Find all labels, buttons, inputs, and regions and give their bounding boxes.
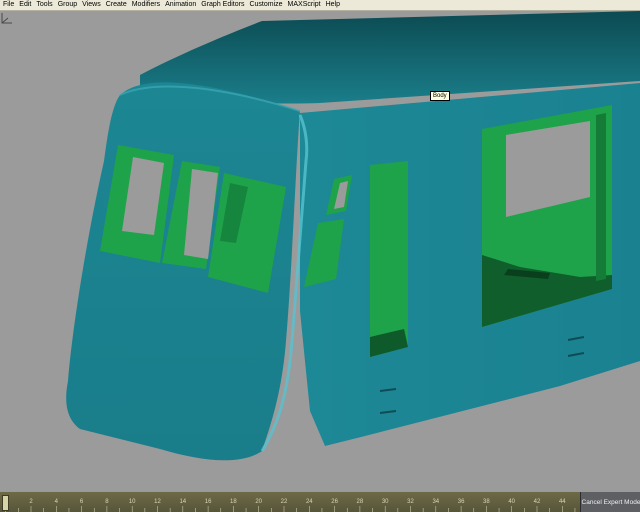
menu-graph-editors[interactable]: Graph Editors xyxy=(199,0,247,10)
ruler-ticks xyxy=(5,506,576,512)
menu-edit[interactable]: Edit xyxy=(17,0,34,10)
frame-tick-label: 42 xyxy=(533,499,541,505)
frame-tick-label: 10 xyxy=(128,499,136,505)
menu-animation[interactable]: Animation xyxy=(163,0,199,10)
door-opening xyxy=(370,161,408,357)
viewport-scene xyxy=(66,11,640,461)
frame-tick-label: 26 xyxy=(331,499,338,505)
frame-tick-label: 12 xyxy=(154,499,161,505)
frame-tick-label: 28 xyxy=(356,499,364,505)
menu-maxscript[interactable]: MAXScript xyxy=(285,0,323,10)
menu-group[interactable]: Group xyxy=(55,0,79,10)
frame-tick-label: 18 xyxy=(230,499,237,505)
frame-tick-label: 4 xyxy=(54,499,58,505)
frame-tick-label: 38 xyxy=(483,499,490,505)
axis-tripod-icon xyxy=(1,13,12,24)
frame-tick-label: 22 xyxy=(280,499,288,505)
frame-tick-label: 32 xyxy=(407,499,414,505)
frame-ruler[interactable]: 2 4 6 8 10 12 14 16 18 20 22 24 26 28 30 32 34 36 38 40 42 44 xyxy=(0,492,580,512)
frame-tick-label: 14 xyxy=(179,499,187,505)
frame-tick-label: 6 xyxy=(79,499,84,505)
menu-customize[interactable]: Customize xyxy=(247,0,285,10)
menu-modifiers[interactable]: Modifiers xyxy=(129,0,162,10)
menu-views[interactable]: Views xyxy=(80,0,104,10)
frame-tick-label: 30 xyxy=(381,499,389,505)
menu-file[interactable]: File xyxy=(0,0,17,10)
frame-tick-label: 36 xyxy=(457,499,465,505)
frame-tick-label: 24 xyxy=(305,499,313,505)
frame-tick-label: 20 xyxy=(255,499,263,505)
perspective-viewport[interactable]: Body xyxy=(0,11,640,492)
time-slider-handle[interactable] xyxy=(2,495,9,511)
frame-tick-label: 8 xyxy=(105,499,109,505)
menu-tools[interactable]: Tools xyxy=(34,0,55,10)
menu-bar: File Edit Tools Group Views Create Modifiers An… xyxy=(0,0,640,11)
time-slider-track[interactable]: 2 4 6 8 10 12 14 16 18 20 22 24 26 28 30 32 34 36 38 40 42 44 xyxy=(0,492,580,512)
frame-tick-label: 2 xyxy=(29,499,33,505)
frame-tick-label: 40 xyxy=(508,499,516,505)
menu-create[interactable]: Create xyxy=(103,0,129,10)
frame-tick-label: 16 xyxy=(204,499,212,505)
cancel-expert-mode-button[interactable]: Cancel Expert Mode xyxy=(580,492,640,512)
menu-help[interactable]: Help xyxy=(323,0,342,10)
object-name-tooltip: Body xyxy=(430,91,450,101)
frame-tick-label: 44 xyxy=(558,499,566,505)
frame-tick-label: 34 xyxy=(432,499,440,505)
